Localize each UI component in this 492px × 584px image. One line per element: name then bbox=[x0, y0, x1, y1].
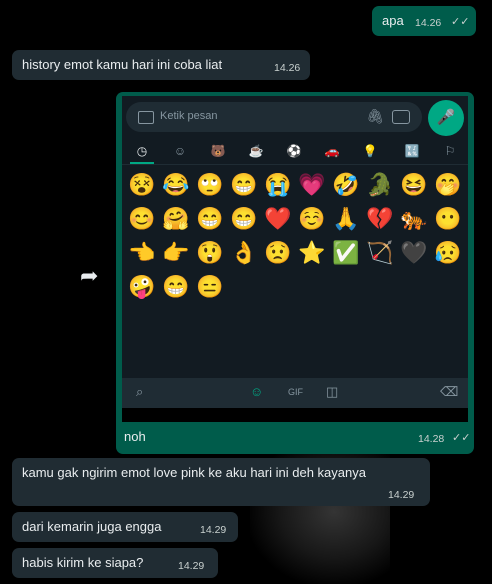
emoji-item: ❤️ bbox=[264, 206, 292, 231]
travel-icon: 🚗 bbox=[324, 144, 340, 158]
emoji-tab-icon: ☺ bbox=[250, 384, 264, 399]
emoji-item: 😁 bbox=[230, 172, 258, 197]
screenshot-message-input: Ketik pesan 🖇 bbox=[126, 102, 422, 132]
emoji-item: 🙄 bbox=[196, 172, 224, 197]
attach-icon: 🖇 bbox=[366, 108, 384, 124]
food-icon: ☕ bbox=[248, 144, 264, 158]
shared-screenshot-image[interactable]: Ketik pesan 🖇 🎤 ◷ ☺ 🐻 ☕ ⚽ 🚗 💡 🔣 ⚐ 😵 😂 🙄 😁 😭 💗… bbox=[122, 96, 468, 422]
message-text: dari kemarin juga engga bbox=[22, 519, 162, 534]
incoming-message[interactable]: dari kemarin juga engga 14.29 bbox=[12, 512, 238, 542]
flag-icon: ⚐ bbox=[444, 144, 456, 158]
emoji-item: 😁 bbox=[162, 274, 190, 299]
emoji-item: 😟 bbox=[264, 240, 292, 265]
emoji-item: ☺️ bbox=[298, 206, 326, 231]
emoji-item: 👌 bbox=[230, 240, 258, 265]
emoji-item: 😁 bbox=[230, 206, 258, 231]
emoji-bottom-bar: ⌕ ☺ GIF ◫ ⌫ bbox=[122, 378, 468, 408]
emoji-item: 🤭 bbox=[434, 172, 462, 197]
emoji-item: 😁 bbox=[196, 206, 224, 231]
backspace-icon: ⌫ bbox=[440, 384, 459, 399]
message-time: 14.29 bbox=[178, 560, 205, 572]
navigation-bar bbox=[122, 408, 468, 422]
message-time: 14.26 bbox=[415, 17, 442, 29]
emoji-item: 👈 bbox=[128, 240, 156, 265]
emoji-item: 😑 bbox=[196, 274, 224, 299]
message-time: 14.26 bbox=[274, 62, 301, 74]
emoji-item: 👉 bbox=[162, 240, 190, 265]
message-text: kamu gak ngirim emot love pink ke aku ha… bbox=[22, 465, 366, 480]
microphone-icon: 🎤 bbox=[428, 100, 464, 136]
message-text: history emot kamu hari ini coba liat bbox=[22, 57, 223, 72]
recent-icon: ◷ bbox=[136, 144, 148, 158]
gif-tab-icon: GIF bbox=[288, 387, 303, 397]
emoji-item: 😂 bbox=[162, 172, 190, 197]
smiley-icon: ☺ bbox=[173, 144, 187, 158]
animal-icon: 🐻 bbox=[210, 144, 226, 158]
message-text: apa bbox=[382, 13, 404, 28]
emoji-item: 😆 bbox=[400, 172, 428, 197]
emoji-item: ✅ bbox=[332, 240, 360, 265]
emoji-item: 🤗 bbox=[162, 206, 190, 231]
emoji-item: ⭐ bbox=[298, 240, 326, 265]
input-placeholder: Ketik pesan bbox=[160, 110, 218, 122]
incoming-message[interactable]: kamu gak ngirim emot love pink ke aku ha… bbox=[12, 458, 430, 506]
sticker-tab-icon: ◫ bbox=[326, 384, 339, 399]
message-text: habis kirim ke siapa? bbox=[22, 555, 144, 570]
sport-icon: ⚽ bbox=[286, 144, 302, 158]
camera-icon bbox=[392, 110, 410, 124]
emoji-item: 🐅 bbox=[400, 206, 428, 231]
incoming-message[interactable]: history emot kamu hari ini coba liat 14.… bbox=[12, 50, 310, 80]
active-category-indicator bbox=[130, 162, 154, 164]
read-ticks-icon: ✓✓ bbox=[451, 16, 470, 28]
outgoing-message[interactable]: apa 14.26 ✓✓ bbox=[372, 6, 476, 36]
emoji-item: 😵 bbox=[128, 172, 156, 197]
forward-arrow-icon[interactable]: ➦ bbox=[80, 263, 98, 289]
message-time: 14.29 bbox=[388, 489, 415, 501]
search-icon: ⌕ bbox=[136, 384, 144, 399]
emoji-item: 😥 bbox=[434, 240, 462, 265]
read-ticks-icon: ✓✓ bbox=[452, 432, 471, 444]
emoji-item: 🤪 bbox=[128, 274, 156, 299]
object-icon: 💡 bbox=[362, 144, 378, 158]
incoming-message[interactable]: habis kirim ke siapa? 14.29 bbox=[12, 548, 218, 578]
message-time: 14.28 bbox=[418, 433, 445, 445]
emoji-item: 💔 bbox=[366, 206, 394, 231]
emoji-category-bar: ◷ ☺ 🐻 ☕ ⚽ 🚗 💡 🔣 ⚐ bbox=[122, 140, 468, 165]
emoji-item: 🤣 bbox=[332, 172, 360, 197]
image-caption: noh bbox=[124, 429, 146, 444]
message-time: 14.29 bbox=[200, 524, 227, 536]
emoji-item: 🙏 bbox=[332, 206, 360, 231]
emoji-item: 💗 bbox=[298, 172, 326, 197]
emoji-item: 😲 bbox=[196, 240, 224, 265]
emoji-item: 🖤 bbox=[400, 240, 428, 265]
emoji-item: 😊 bbox=[128, 206, 156, 231]
emoji-item: 😭 bbox=[264, 172, 292, 197]
symbol-icon: 🔣 bbox=[404, 144, 420, 158]
keyboard-icon bbox=[138, 111, 154, 124]
emoji-item: 🏹 bbox=[366, 240, 394, 265]
emoji-item: 🐊 bbox=[366, 172, 394, 197]
emoji-item: 😶 bbox=[434, 206, 462, 231]
